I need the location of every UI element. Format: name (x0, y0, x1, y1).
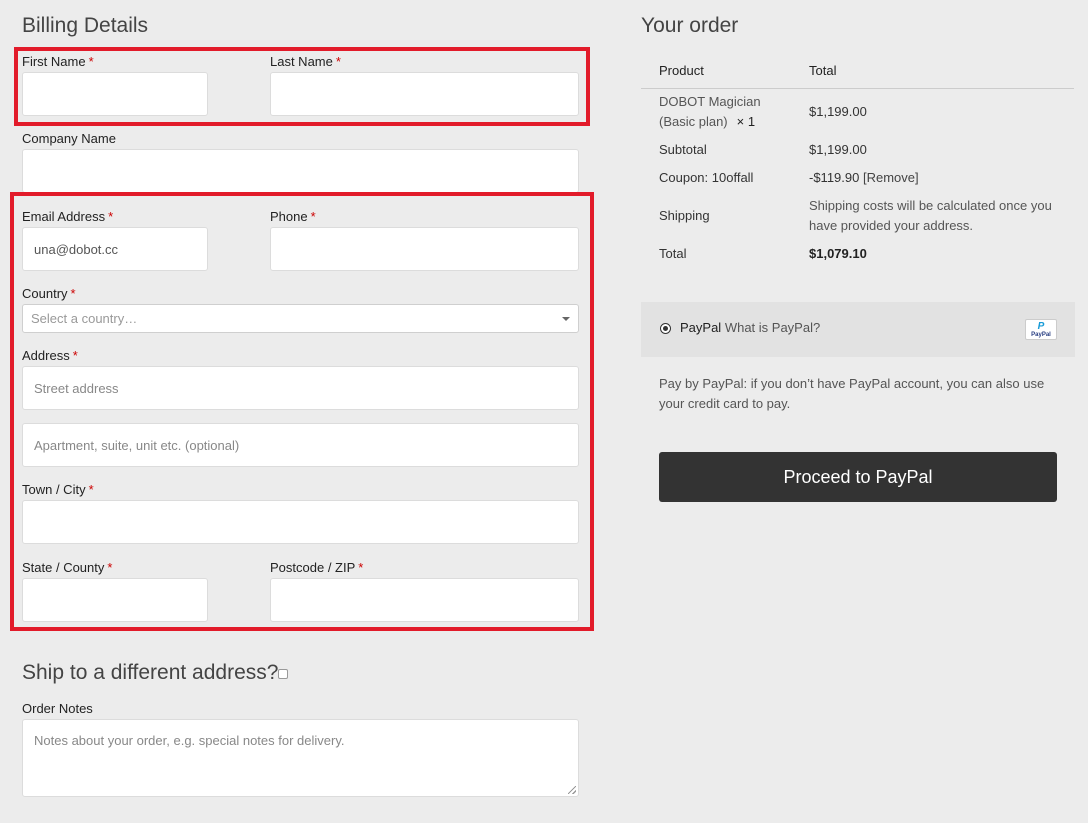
shipping-label: Shipping (659, 208, 710, 223)
order-title: Your order (641, 14, 739, 37)
order-notes-textarea[interactable]: Notes about your order, e.g. special not… (22, 719, 579, 797)
order-notes-placeholder: Notes about your order, e.g. special not… (34, 733, 345, 748)
coupon-value: -$119.90 (809, 170, 860, 185)
shipping-value: Shipping costs will be calculated once y… (809, 198, 1052, 233)
item-qty: × 1 (736, 114, 756, 129)
col-total-header: Total (809, 63, 837, 78)
paypal-method-label[interactable]: PayPal What is PayPal? (680, 318, 820, 338)
coupon-value-row: -$119.90 [Remove] (809, 168, 919, 188)
highlight-contact-box (10, 192, 594, 631)
ship-different-checkbox[interactable] (278, 669, 288, 679)
paypal-logo-icon: P PayPal (1025, 319, 1057, 340)
proceed-to-paypal-button[interactable]: Proceed to PayPal (659, 452, 1057, 502)
subtotal-value: $1,199.00 (809, 142, 867, 157)
paypal-radio[interactable] (660, 323, 671, 334)
order-notes-label: Order Notes (22, 701, 93, 716)
what-is-paypal-link[interactable]: What is PayPal? (725, 320, 820, 335)
total-label: Total (659, 246, 687, 261)
highlight-name-box (14, 47, 590, 126)
resize-handle-icon[interactable] (568, 786, 576, 794)
paypal-description: Pay by PayPal: if you don’t have PayPal … (659, 376, 1045, 411)
col-product-header: Product (659, 63, 704, 78)
ship-different-title: Ship to a different address? (22, 661, 279, 684)
coupon-remove-link[interactable]: [Remove] (863, 170, 919, 185)
billing-title: Billing Details (22, 14, 149, 37)
company-name-label: Company Name (22, 131, 116, 146)
order-header-divider (641, 88, 1074, 89)
item-name: DOBOT Magician (Basic plan) × 1 (659, 94, 761, 129)
coupon-label: Coupon: 10offall (659, 170, 754, 185)
item-total: $1,199.00 (809, 104, 867, 119)
company-name-input[interactable] (22, 149, 579, 193)
total-value: $1,079.10 (809, 246, 867, 261)
subtotal-label: Subtotal (659, 142, 707, 157)
